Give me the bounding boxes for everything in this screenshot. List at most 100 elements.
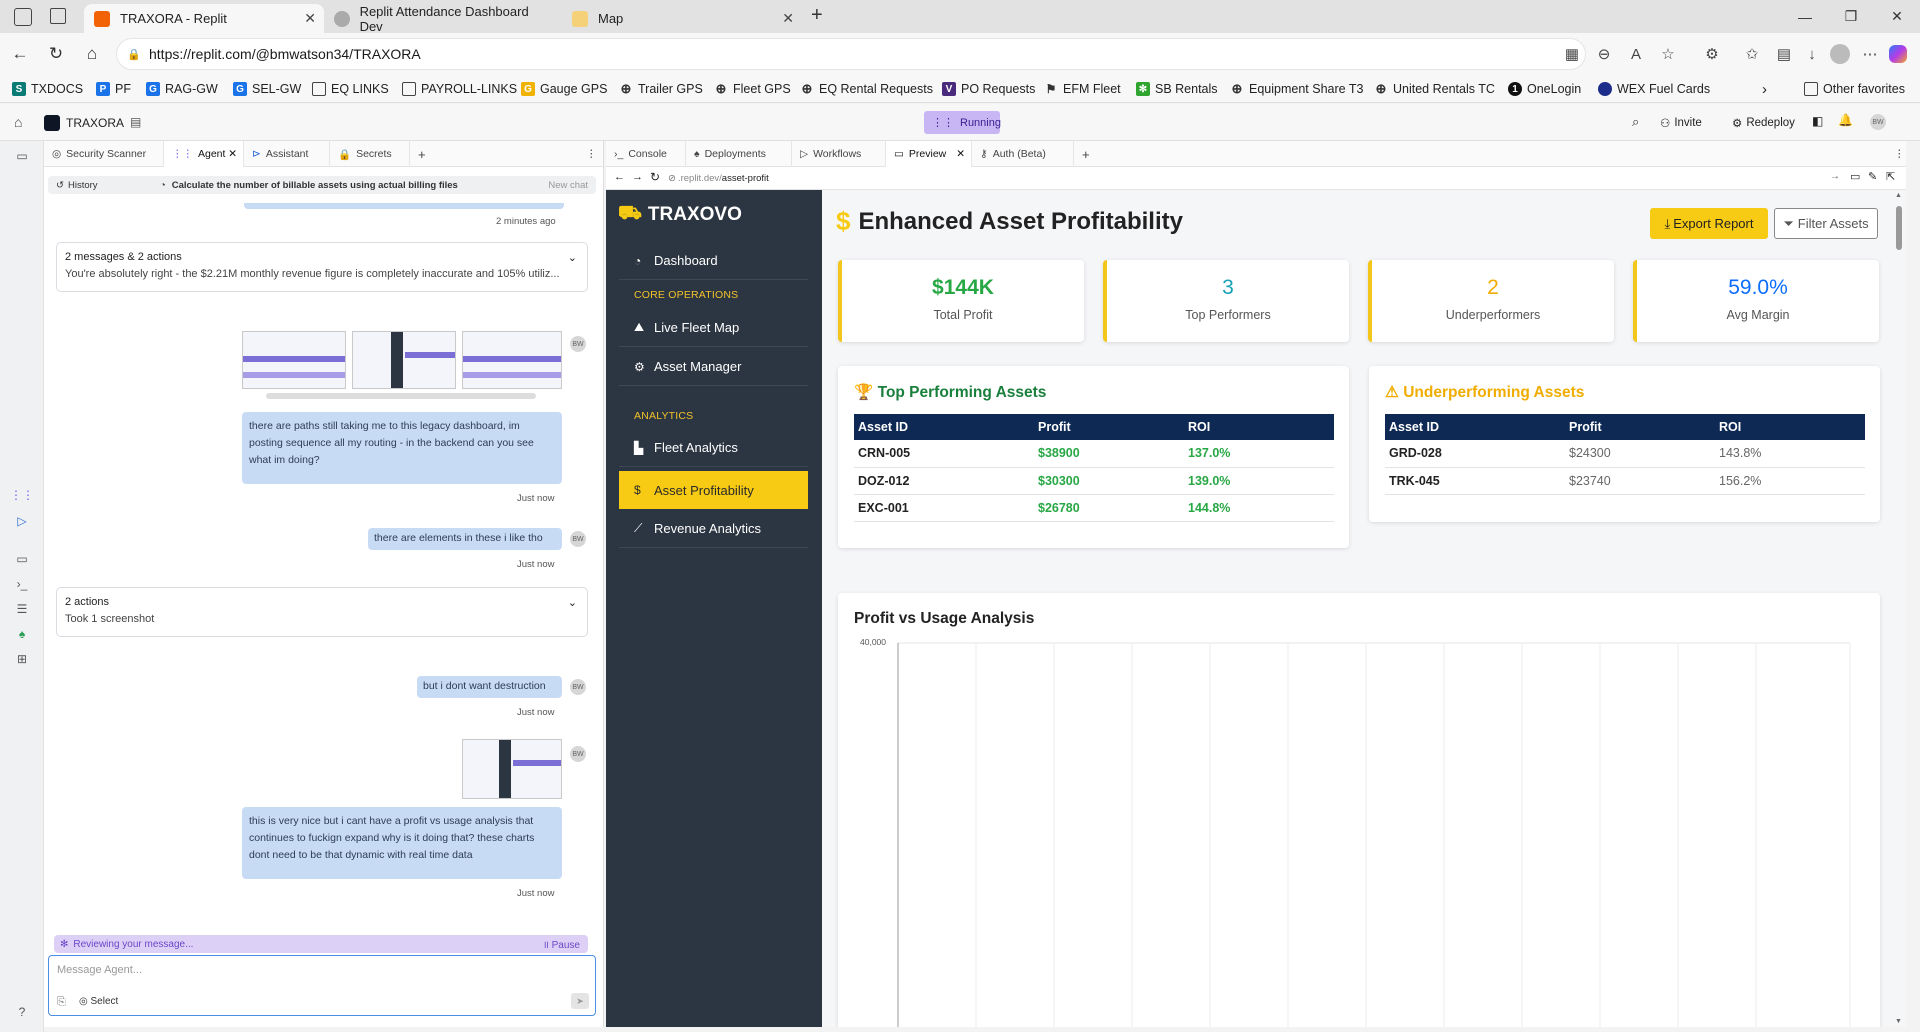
- favorites-icon[interactable]: ✩: [1740, 42, 1764, 66]
- files-icon[interactable]: ▭: [13, 147, 31, 165]
- tab-assistant[interactable]: ⊳ Assistant: [244, 141, 330, 167]
- more-icon[interactable]: ⋮: [578, 141, 598, 167]
- scroll-down-icon[interactable]: ▼: [1895, 1018, 1902, 1025]
- minimize-icon[interactable]: —: [1782, 0, 1828, 33]
- extensions-icon[interactable]: ⚙: [1700, 42, 1724, 66]
- close-tab-icon[interactable]: ✕: [782, 10, 794, 27]
- thumbnail-scrollbar[interactable]: [266, 393, 536, 399]
- screenshot-thumbnail[interactable]: [462, 739, 562, 799]
- search-icon[interactable]: ⌕: [1632, 114, 1639, 130]
- external-link-icon[interactable]: ⇱: [1886, 170, 1895, 183]
- attach-icon[interactable]: ⎘: [57, 996, 66, 1009]
- bell-icon[interactable]: 🔔: [1838, 113, 1853, 127]
- bookmark-gauge-gps[interactable]: G Gauge GPS: [521, 79, 607, 99]
- tab-preview[interactable]: ▭ Preview ✕: [886, 141, 972, 167]
- close-window-icon[interactable]: ✕: [1874, 0, 1920, 33]
- nav-asset-profitability[interactable]: $ Asset Profitability: [619, 471, 808, 509]
- tab-workflows[interactable]: ▷ Workflows: [792, 141, 886, 167]
- favorite-star-icon[interactable]: ☆: [1656, 42, 1680, 66]
- downloads-icon[interactable]: ↓: [1800, 42, 1824, 66]
- scroll-up-icon[interactable]: ▲: [1895, 192, 1902, 199]
- filter-assets-button[interactable]: ⏷ Filter Assets: [1774, 208, 1878, 239]
- preview-url-field[interactable]: ⊘ .replit.dev/asset-profit: [668, 170, 1838, 187]
- close-tab-icon[interactable]: ✕: [304, 10, 316, 27]
- send-button[interactable]: ➤: [571, 993, 589, 1009]
- bookmark-sb-rentals[interactable]: ✻ SB Rentals: [1136, 79, 1218, 99]
- nav-dashboard[interactable]: ◔ Dashboard: [619, 242, 808, 280]
- more-icon[interactable]: ⋯: [1858, 42, 1882, 66]
- bookmark-txdocs[interactable]: S TXDOCS: [12, 79, 83, 99]
- restore-icon[interactable]: ❐: [1828, 0, 1874, 33]
- tab-deployments[interactable]: ♠ Deployments: [686, 141, 792, 167]
- bookmark-payroll-links[interactable]: PAYROLL-LINKS: [402, 79, 517, 99]
- devtools-icon[interactable]: ▭: [1850, 170, 1860, 183]
- nav-fleet-analytics[interactable]: ▙ Fleet Analytics: [619, 429, 808, 467]
- reload-icon[interactable]: ↻: [44, 42, 68, 66]
- bookmark-sel-gw[interactable]: G SEL-GW: [233, 79, 301, 99]
- invite-button[interactable]: ⚇ Invite: [1660, 112, 1702, 133]
- workflows-icon[interactable]: ⋮⋮: [10, 486, 34, 504]
- bookmarks-overflow-icon[interactable]: ›: [1762, 79, 1767, 99]
- actions-card[interactable]: 2 messages & 2 actions You're absolutely…: [56, 242, 588, 292]
- back-icon[interactable]: ←: [8, 42, 32, 66]
- home-icon[interactable]: ⌂: [14, 114, 22, 130]
- browser-tab-map[interactable]: Map ✕: [562, 4, 802, 33]
- chevron-down-icon[interactable]: ⌄: [568, 596, 577, 609]
- back-icon[interactable]: ←: [614, 171, 625, 183]
- browser-tab-traxora[interactable]: TRAXORA - Replit ✕: [84, 4, 324, 33]
- bookmark-united-rentals[interactable]: ⊕ United Rentals TC: [1374, 79, 1495, 99]
- home-icon[interactable]: ⌂: [80, 42, 104, 66]
- screenshot-thumbnail[interactable]: [462, 331, 562, 389]
- bookmark-fleet-gps[interactable]: ⊕ Fleet GPS: [714, 79, 791, 99]
- workspaces-icon[interactable]: [14, 8, 32, 26]
- tools-icon[interactable]: ✎: [1868, 170, 1877, 183]
- nav-asset-manager[interactable]: ⚙ Asset Manager: [619, 348, 808, 386]
- reload-icon[interactable]: ↻: [650, 170, 660, 184]
- nav-live-fleet-map[interactable]: ⛰ Live Fleet Map: [619, 309, 808, 347]
- redeploy-button[interactable]: ⚙ Redeploy: [1732, 112, 1795, 133]
- tab-agent[interactable]: ⋮⋮ Agent ✕: [164, 141, 244, 167]
- tab-security-scanner[interactable]: ◎ Security Scanner: [44, 141, 164, 167]
- apps-icon[interactable]: ⊞: [13, 650, 31, 668]
- new-chat-button[interactable]: New chat: [548, 180, 588, 191]
- close-tab-icon[interactable]: ✕: [228, 148, 237, 160]
- help-icon[interactable]: ?: [13, 1003, 31, 1021]
- export-report-button[interactable]: ⤓ Export Report: [1650, 208, 1768, 239]
- profile-icon[interactable]: [1828, 42, 1852, 66]
- bookmark-rag-gw[interactable]: G RAG-GW: [146, 79, 218, 99]
- bookmark-equipment-share[interactable]: ⊕ Equipment Share T3: [1230, 79, 1364, 99]
- bookmark-wex[interactable]: WEX Fuel Cards: [1598, 79, 1710, 99]
- other-favorites[interactable]: Other favorites: [1804, 79, 1905, 99]
- copilot-icon[interactable]: [1886, 42, 1910, 66]
- tab-secrets[interactable]: 🔒 Secrets: [330, 141, 410, 167]
- bookmark-po-requests[interactable]: V PO Requests: [942, 79, 1035, 99]
- preview-icon[interactable]: ▭: [13, 550, 31, 568]
- console-icon[interactable]: ›_: [13, 575, 31, 593]
- tab-auth[interactable]: ⚷ Auth (Beta): [972, 141, 1074, 167]
- tab-actions-icon[interactable]: [50, 8, 66, 24]
- run-status[interactable]: ⋮⋮ Running: [924, 111, 1001, 134]
- bookmark-trailer-gps[interactable]: ⊕ Trailer GPS: [619, 79, 703, 99]
- project-name[interactable]: TRAXORA: [66, 116, 124, 130]
- select-button[interactable]: ◎ Select: [79, 996, 118, 1007]
- add-tab-icon[interactable]: +: [410, 141, 438, 167]
- database-icon[interactable]: ☰: [13, 600, 31, 618]
- add-tab-icon[interactable]: +: [1074, 141, 1102, 167]
- nav-revenue-analytics[interactable]: ⟋ Revenue Analytics: [619, 510, 808, 548]
- message-agent-input[interactable]: Message Agent... ⎘ ◎ Select ➤: [48, 955, 596, 1016]
- url-field[interactable]: 🔒 https://replit.com/@bmwatson34/TRAXORA: [116, 38, 1586, 70]
- chevron-down-icon[interactable]: ⌄: [568, 251, 577, 264]
- new-tab-icon[interactable]: +: [811, 4, 823, 27]
- brand[interactable]: ⛟ TRAXOVO: [618, 203, 742, 227]
- deploy-rail-icon[interactable]: ♠: [13, 625, 31, 643]
- history-bar[interactable]: ↺ History ◔ Calculate the number of bill…: [48, 176, 596, 194]
- run-icon[interactable]: ▷: [13, 512, 31, 530]
- tab-console[interactable]: ›_ Console: [606, 141, 686, 167]
- bookmark-efm-fleet[interactable]: ⚑ EFM Fleet: [1044, 79, 1121, 99]
- more-icon[interactable]: ⋮: [1886, 141, 1906, 167]
- panel-icon[interactable]: ◧: [1812, 114, 1823, 128]
- bookmark-eq-rental-requests[interactable]: ⊕ EQ Rental Requests: [800, 79, 933, 99]
- screenshot-thumbnail[interactable]: [242, 331, 346, 389]
- close-tab-icon[interactable]: ✕: [956, 148, 965, 160]
- scroll-thumb[interactable]: [1896, 206, 1902, 250]
